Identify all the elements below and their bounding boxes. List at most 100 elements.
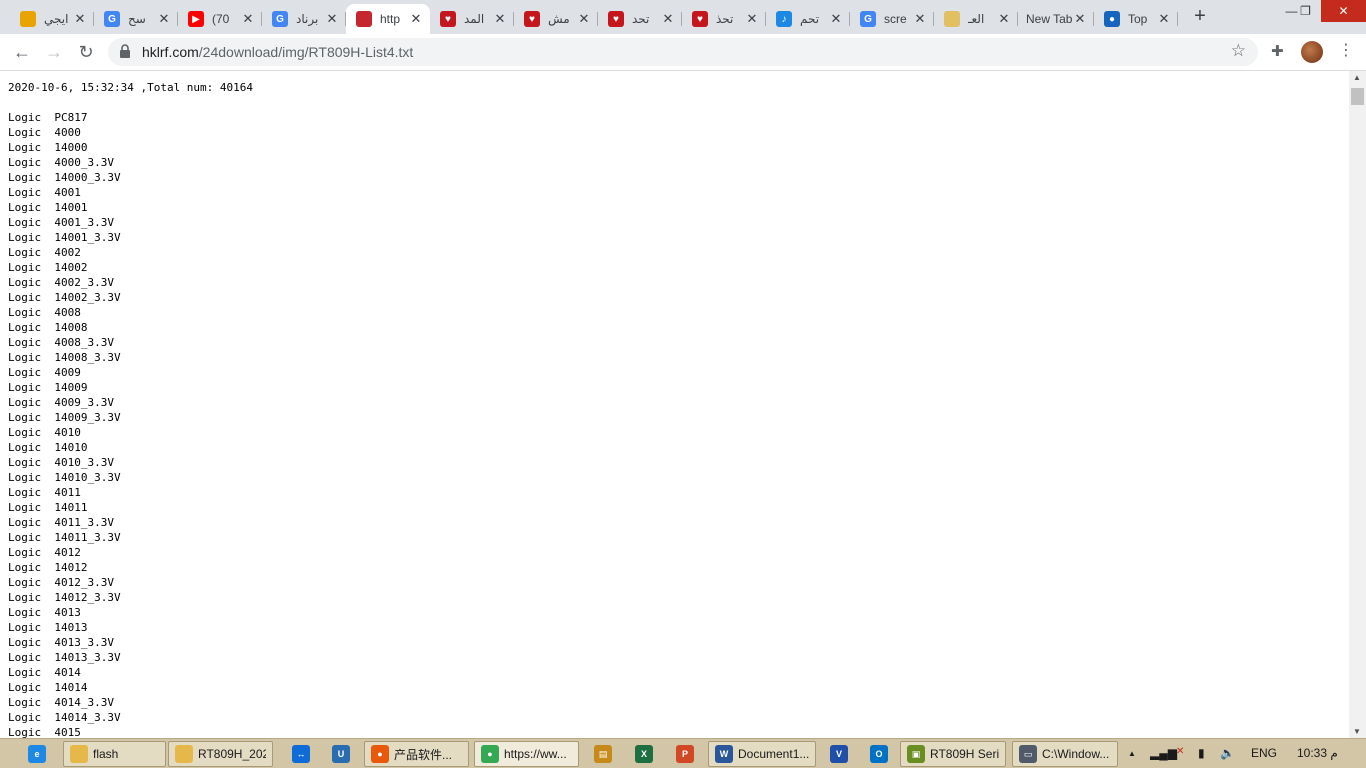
text-line: Logic 14002 (8, 261, 88, 274)
tab-title: تحم (800, 12, 820, 26)
google-icon: G (860, 11, 876, 27)
tab-close-icon[interactable]: ✕ (408, 11, 424, 27)
tab-11[interactable]: العـ ✕ (934, 4, 1018, 34)
menu-kebab-icon[interactable]: ⋮ (1338, 40, 1354, 64)
taskbar-item-5[interactable]: ● 产品软件... (364, 741, 469, 767)
vertical-scrollbar[interactable]: ▲ ▼ (1349, 71, 1366, 738)
text-line: Logic 4014 (8, 666, 81, 679)
text-line: Logic 14009 (8, 381, 88, 394)
tab-9[interactable]: ♪ تحم ✕ (766, 4, 850, 34)
tab-close-icon[interactable]: ✕ (72, 11, 88, 27)
network-signal-icon[interactable]: ▂▄▆ (1150, 746, 1177, 760)
tab-10[interactable]: Gscre ✕ (850, 4, 934, 34)
folder-icon (175, 745, 193, 763)
tab-close-icon[interactable]: ✕ (996, 11, 1012, 27)
tab-title: سح (128, 12, 146, 26)
tab-7[interactable]: ♥ تحد ✕ (598, 4, 682, 34)
volume-icon[interactable]: 🔈 (1220, 746, 1235, 760)
music-icon: ♪ (776, 11, 792, 27)
taskbar-item-6[interactable]: ● https://ww... (474, 741, 579, 767)
taskbar-item-7[interactable]: ▤ (588, 741, 616, 767)
tab-title: Top (1128, 12, 1148, 26)
vpn-icon: V (830, 745, 848, 763)
taskbar-item-3[interactable]: ↔ (286, 741, 314, 767)
taskbar-item-label: C:\Window... (1042, 747, 1110, 761)
taskbar-item-9[interactable]: P (670, 741, 698, 767)
tab-close-icon[interactable]: ✕ (744, 11, 760, 27)
new-tab-button[interactable]: + (1188, 6, 1212, 28)
tab-13[interactable]: ● Top ✕ (1094, 4, 1178, 34)
scroll-up-arrow-icon[interactable]: ▲ (1353, 73, 1361, 82)
heart-icon: ♥ (440, 11, 456, 27)
tab-close-icon[interactable]: ✕ (1072, 11, 1088, 27)
tab-title: تحد (632, 12, 650, 26)
tab-4[interactable]: http ✕ (346, 4, 430, 34)
tab-close-icon[interactable]: ✕ (660, 11, 676, 27)
profile-avatar[interactable] (1301, 41, 1323, 63)
back-button[interactable]: ← (10, 40, 34, 64)
scrollbar-thumb[interactable] (1351, 88, 1364, 105)
tab-close-icon[interactable]: ✕ (828, 11, 844, 27)
extensions-puzzle-icon[interactable]: ✚ (1271, 42, 1289, 60)
tab-separator (1177, 12, 1178, 26)
close-window-button[interactable]: ✕ (1321, 0, 1366, 22)
reload-button[interactable]: ↻ (74, 40, 98, 64)
taskbar-item-12[interactable]: O (864, 741, 892, 767)
tab-0[interactable]: ايجي ✕ (10, 4, 94, 34)
tab-close-icon[interactable]: ✕ (492, 11, 508, 27)
tab-close-icon[interactable]: ✕ (240, 11, 256, 27)
taskbar-item-8[interactable]: X (629, 741, 657, 767)
tab-close-icon[interactable]: ✕ (324, 11, 340, 27)
page-content: 2020-10-6, 15:32:34 ,Total num: 40164 Lo… (0, 71, 1349, 738)
text-line: Logic 14002_3.3V (8, 291, 121, 304)
maximize-button[interactable]: ❐ (1291, 0, 1320, 22)
text-line: Logic 4002 (8, 246, 81, 259)
taskbar-item-label: https://ww... (504, 747, 567, 761)
text-line: Logic 14008 (8, 321, 88, 334)
text-line: Logic 14011_3.3V (8, 531, 121, 544)
taskbar-item-13[interactable]: ▣ RT809H Seri... (900, 741, 1006, 767)
taskbar-item-14[interactable]: ▭ C:\Window... (1012, 741, 1118, 767)
powerpoint-icon: P (676, 745, 694, 763)
tab-close-icon[interactable]: ✕ (912, 11, 928, 27)
tray-chevron-icon[interactable]: ▲ (1128, 749, 1136, 758)
bookmark-star-icon[interactable]: ☆ (1231, 41, 1246, 61)
address-bar[interactable]: hklrf.com/24download/img/RT809H-List4.tx… (108, 38, 1258, 66)
text-line: Logic 14001_3.3V (8, 231, 121, 244)
tab-2[interactable]: ▶ (70 ✕ (178, 4, 262, 34)
tab-12[interactable]: New Tab ✕ (1014, 4, 1094, 34)
lock-icon[interactable] (120, 44, 130, 58)
taskbar-item-0[interactable]: e (22, 741, 52, 767)
tab-1[interactable]: G سح ✕ (94, 4, 178, 34)
text-line: Logic 4000_3.3V (8, 156, 114, 169)
tab-3[interactable]: G برناد ✕ (262, 4, 346, 34)
tab-6[interactable]: ♥ مش ✕ (514, 4, 598, 34)
text-line: Logic 4012 (8, 546, 81, 559)
console-icon: ▭ (1019, 745, 1037, 763)
tab-5[interactable]: ♥ المد ✕ (430, 4, 514, 34)
text-line: Logic 14000_3.3V (8, 171, 121, 184)
tab-title: ايجي (44, 12, 69, 26)
tab-close-icon[interactable]: ✕ (1156, 11, 1172, 27)
scroll-down-arrow-icon[interactable]: ▼ (1353, 727, 1361, 736)
tab-strip: ايجي ✕ G سح ✕ ▶ (70 ✕ G برناد ✕ http ✕ ♥ المد ✕ ♥ مش ✕ ♥ تحد… (0, 0, 1366, 34)
taskbar-item-11[interactable]: V (824, 741, 852, 767)
network-error-icon[interactable]: ✕ (1176, 746, 1184, 757)
text-line: Logic 4010 (8, 426, 81, 439)
taskbar-item-1[interactable]: flash (63, 741, 166, 767)
taskbar-item-4[interactable]: U (326, 741, 354, 767)
text-line: Logic 4008_3.3V (8, 336, 114, 349)
tab-8[interactable]: ♥ تحذ ✕ (682, 4, 766, 34)
taskbar-item-2[interactable]: RT809H_202... (168, 741, 273, 767)
tab-close-icon[interactable]: ✕ (156, 11, 172, 27)
forward-button[interactable]: → (42, 40, 66, 64)
programmer-icon: ▣ (907, 745, 925, 763)
clock[interactable]: 10:33 م (1297, 746, 1338, 760)
taskbar-item-10[interactable]: W Document1... (708, 741, 816, 767)
firefox-icon: ● (371, 745, 389, 763)
tab-close-icon[interactable]: ✕ (576, 11, 592, 27)
battery-icon[interactable]: ▮ (1198, 746, 1205, 760)
url-text[interactable]: hklrf.com/24download/img/RT809H-List4.tx… (142, 44, 413, 60)
document-header: 2020-10-6, 15:32:34 ,Total num: 40164 (8, 81, 254, 94)
input-language[interactable]: ENG (1251, 746, 1277, 760)
